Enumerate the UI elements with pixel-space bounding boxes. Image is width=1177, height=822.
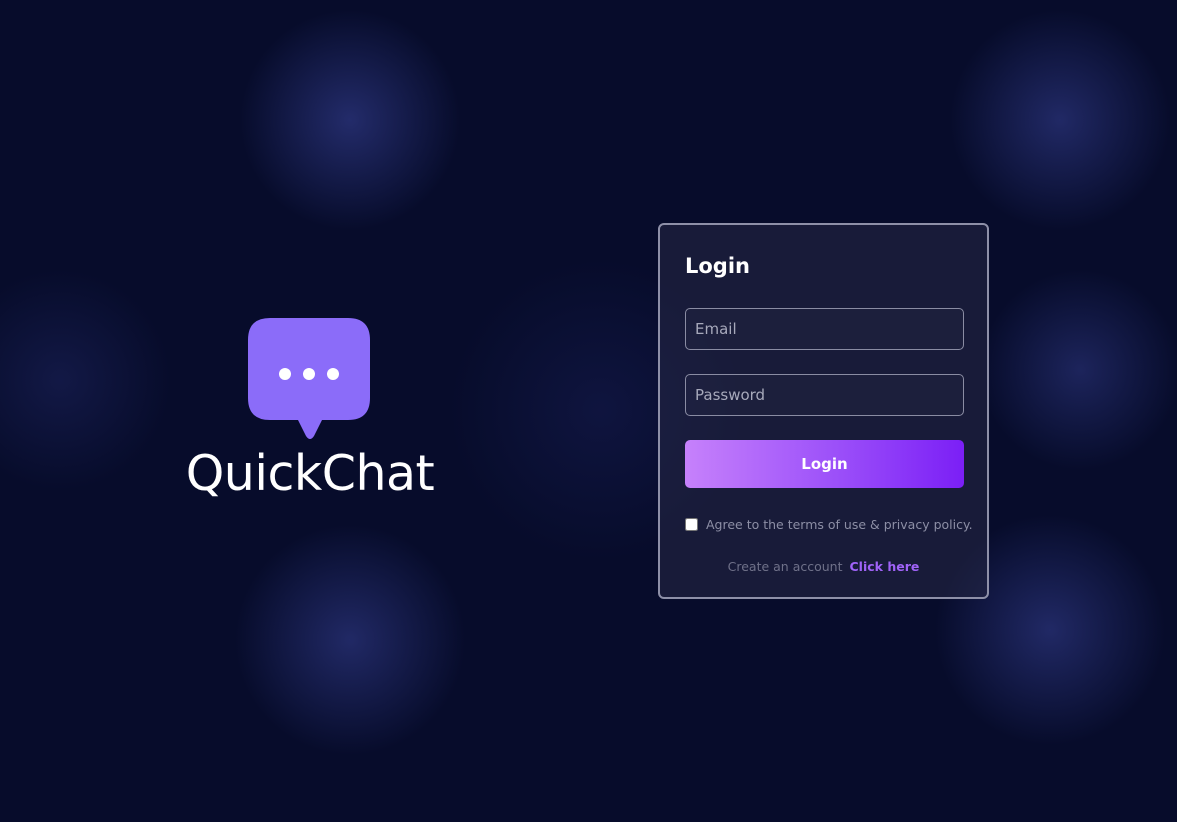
login-title: Login: [685, 254, 750, 278]
terms-checkbox[interactable]: [685, 517, 698, 531]
create-account-link[interactable]: Click here: [850, 559, 920, 574]
create-account-row: Create an account Click here: [685, 559, 962, 574]
chat-bubble-icon: [248, 318, 370, 439]
login-button[interactable]: Login: [685, 440, 964, 488]
password-field[interactable]: [685, 374, 964, 416]
login-card: Login Login Agree to the terms of use & …: [658, 223, 989, 599]
brand-name: QuickChat: [185, 445, 435, 502]
terms-row: Agree to the terms of use & privacy poli…: [685, 515, 973, 533]
create-account-text: Create an account: [727, 559, 843, 574]
brand-block: QuickChat: [170, 318, 450, 502]
email-field[interactable]: [685, 308, 964, 350]
terms-label: Agree to the terms of use & privacy poli…: [706, 516, 973, 532]
